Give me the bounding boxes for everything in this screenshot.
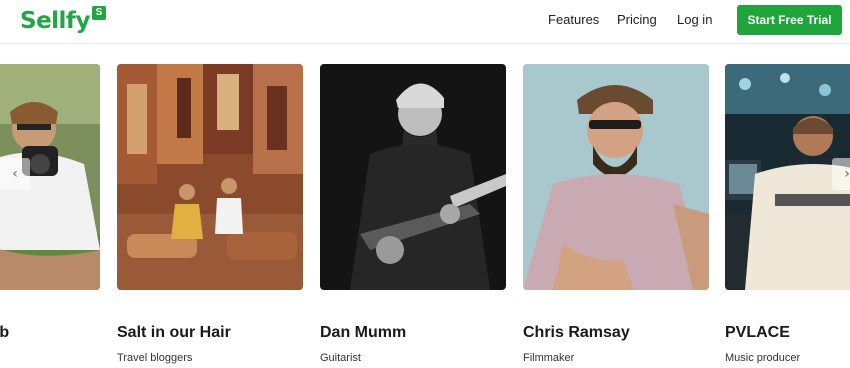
- creator-photo: [320, 64, 506, 290]
- top-nav: Sellfy S Features Pricing Log in Start F…: [0, 0, 850, 44]
- creator-photo: [523, 64, 709, 290]
- chevron-left-icon: ‹: [12, 166, 18, 182]
- creator-photo: [117, 64, 303, 290]
- nav-link-pricing[interactable]: Pricing: [617, 12, 657, 28]
- creators-carousel: Renaté Grab Photographer: [0, 44, 850, 368]
- start-free-trial-button[interactable]: Start Free Trial: [737, 5, 842, 35]
- creator-role: Guitarist: [320, 352, 361, 364]
- creator-name: Renaté Grab: [0, 324, 10, 341]
- chevron-right-icon: ›: [844, 166, 850, 182]
- carousel-next-button[interactable]: ›: [832, 158, 850, 190]
- logo-wordmark: Sellfy: [20, 8, 90, 34]
- creator-card[interactable]: Dan Mumm Guitarist: [320, 64, 506, 364]
- nav-link-login[interactable]: Log in: [677, 12, 712, 28]
- creator-role: Filmmaker: [523, 352, 575, 364]
- creator-role: Travel bloggers: [117, 352, 193, 364]
- creator-role: Music producer: [725, 352, 801, 364]
- creator-card[interactable]: Chris Ramsay Filmmaker: [523, 64, 709, 364]
- nav-link-features[interactable]: Features: [548, 12, 599, 28]
- creator-card[interactable]: Salt in our Hair Travel bloggers: [117, 64, 303, 364]
- logo-badge-icon: S: [91, 6, 106, 20]
- creator-name: Salt in our Hair: [117, 324, 231, 341]
- carousel-prev-button[interactable]: ‹: [0, 158, 30, 190]
- creator-name: Chris Ramsay: [523, 324, 630, 341]
- creator-name: PVLACE: [725, 324, 790, 341]
- sellfy-logo[interactable]: Sellfy S: [20, 6, 106, 36]
- creator-name: Dan Mumm: [320, 324, 407, 341]
